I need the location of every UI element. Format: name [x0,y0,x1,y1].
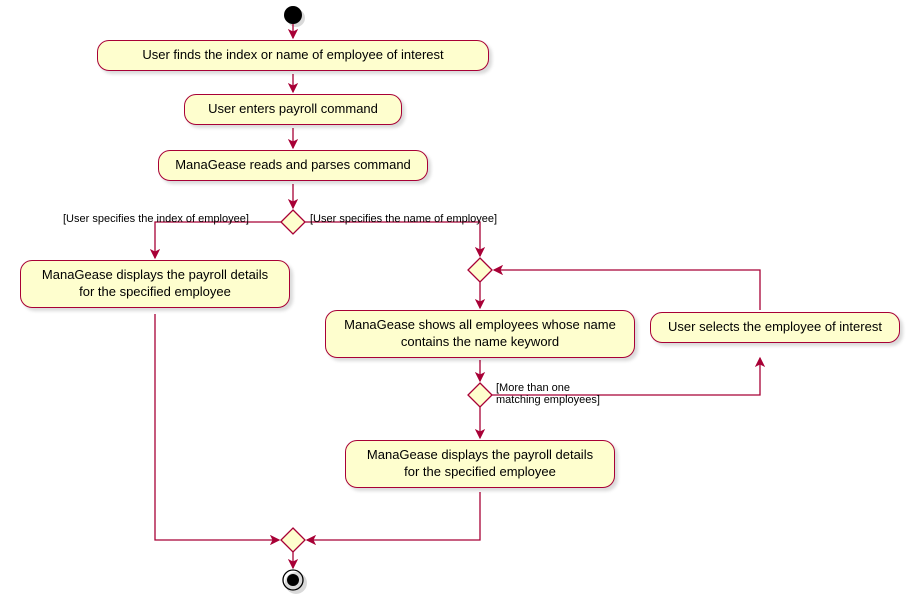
start-node [284,6,302,24]
guard-left: [User specifies the index of employee] [63,213,249,225]
end-node [283,570,303,590]
activity-n4: ManaGease displays the payroll details f… [20,260,290,308]
merge-d4 [281,528,305,552]
activity-n2: User enters payroll command [184,94,402,125]
guard-right: [User specifies the name of employee] [310,213,497,225]
activity-n1: User finds the index or name of employee… [97,40,489,71]
activity-n6: User selects the employee of interest [650,312,900,343]
guard-more: [More than one matching employees] [496,382,600,406]
activity-n3: ManaGease reads and parses command [158,150,428,181]
decision-d3 [468,383,492,407]
merge-d2 [468,258,492,282]
activity-n5: ManaGease shows all employees whose name… [325,310,635,358]
decision-d1 [281,210,305,234]
activity-n7: ManaGease displays the payroll details f… [345,440,615,488]
